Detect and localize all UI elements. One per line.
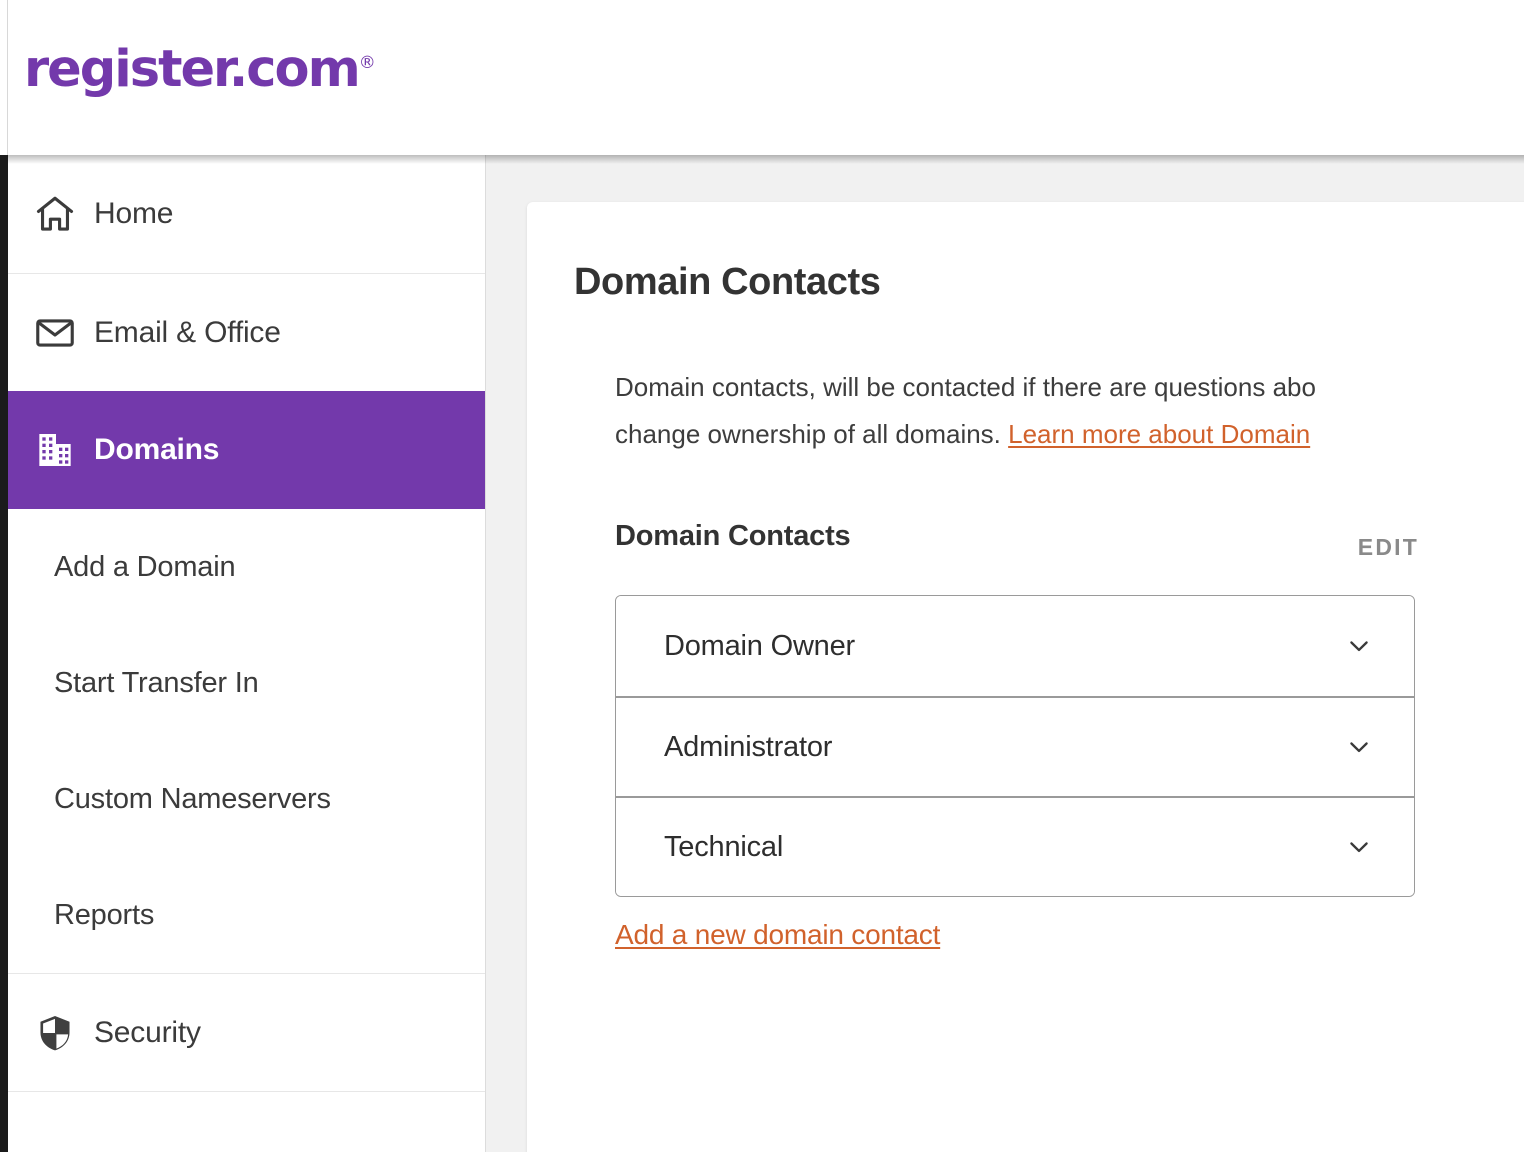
sidebar-subitem-label: Custom Nameservers (54, 782, 331, 815)
contacts-accordion-list: Domain Owner Administrator Technical (615, 595, 1415, 898)
sidebar-subitem-label: Start Transfer In (54, 666, 259, 699)
learn-more-link[interactable]: Learn more about Domain (1008, 419, 1310, 449)
sidebar-subitem-label: Reports (54, 898, 155, 931)
home-icon (32, 191, 78, 237)
contact-label: Technical (664, 830, 784, 863)
brand-logo-text: register.com (24, 40, 361, 99)
chevron-down-icon[interactable] (1344, 732, 1374, 762)
sidebar-nav: Home Email & Office Domains Add a Domain… (0, 155, 486, 1152)
sidebar-item-custom-nameservers[interactable]: Custom Nameservers (0, 741, 485, 857)
description-line-1: Domain contacts, will be contacted if th… (615, 371, 1316, 402)
window-edge-strip (0, 0, 8, 1152)
chevron-down-icon[interactable] (1344, 832, 1374, 862)
sidebar-item-add-a-domain[interactable]: Add a Domain (0, 509, 485, 625)
envelope-icon (32, 310, 78, 356)
contact-label: Domain Owner (664, 629, 855, 662)
sidebar-item-start-transfer-in[interactable]: Start Transfer In (0, 625, 485, 741)
sidebar-item-label: Email & Office (94, 315, 281, 349)
app-root: register.com® Home Email & Office Domain… (0, 0, 1524, 1152)
contact-label: Administrator (664, 730, 833, 763)
building-icon (32, 427, 78, 473)
sidebar-item-reports[interactable]: Reports (0, 857, 485, 973)
page-body: Home Email & Office Domains Add a Domain… (0, 155, 1524, 1152)
description-line-2: change ownership of all domains. Learn m… (615, 411, 1524, 458)
sidebar-item-placeholder[interactable] (0, 1091, 485, 1152)
sidebar-item-email-office[interactable]: Email & Office (0, 273, 485, 391)
main-content: Domain Contacts Domain contacts, will be… (486, 155, 1524, 1152)
add-new-domain-contact-link[interactable]: Add a new domain contact (615, 919, 940, 951)
shield-icon (32, 1010, 78, 1056)
sidebar-subitem-label: Add a Domain (54, 550, 236, 583)
contact-row-administrator[interactable]: Administrator (616, 696, 1414, 797)
sidebar-item-security[interactable]: Security (0, 973, 485, 1091)
brand-logo[interactable]: register.com® (24, 44, 376, 95)
contact-row-domain-owner[interactable]: Domain Owner (616, 596, 1414, 697)
sidebar-item-label: Domains (94, 433, 220, 466)
page-title: Domain Contacts (574, 261, 881, 303)
sidebar-item-label: Home (94, 197, 174, 230)
contact-row-technical[interactable]: Technical (616, 796, 1414, 897)
chevron-down-icon[interactable] (1344, 631, 1374, 661)
description-line-2-prefix: change ownership of all domains. (615, 419, 1009, 450)
sidebar-item-domains[interactable]: Domains (0, 391, 485, 509)
section-title: Domain Contacts (615, 520, 851, 553)
contacts-section-header: Domain Contacts EDIT (615, 520, 1417, 568)
registered-trademark-icon: ® (358, 53, 376, 73)
site-header: register.com® (0, 0, 1524, 155)
page-description: Domain contacts, will be contacted if th… (615, 364, 1524, 459)
sidebar-item-home[interactable]: Home (0, 155, 485, 273)
window-edge-strip-top (0, 0, 8, 155)
domain-contacts-card: Domain Contacts Domain contacts, will be… (527, 202, 1524, 1152)
edit-button[interactable]: EDIT (1358, 536, 1419, 559)
sidebar-item-label: Security (94, 1015, 201, 1049)
